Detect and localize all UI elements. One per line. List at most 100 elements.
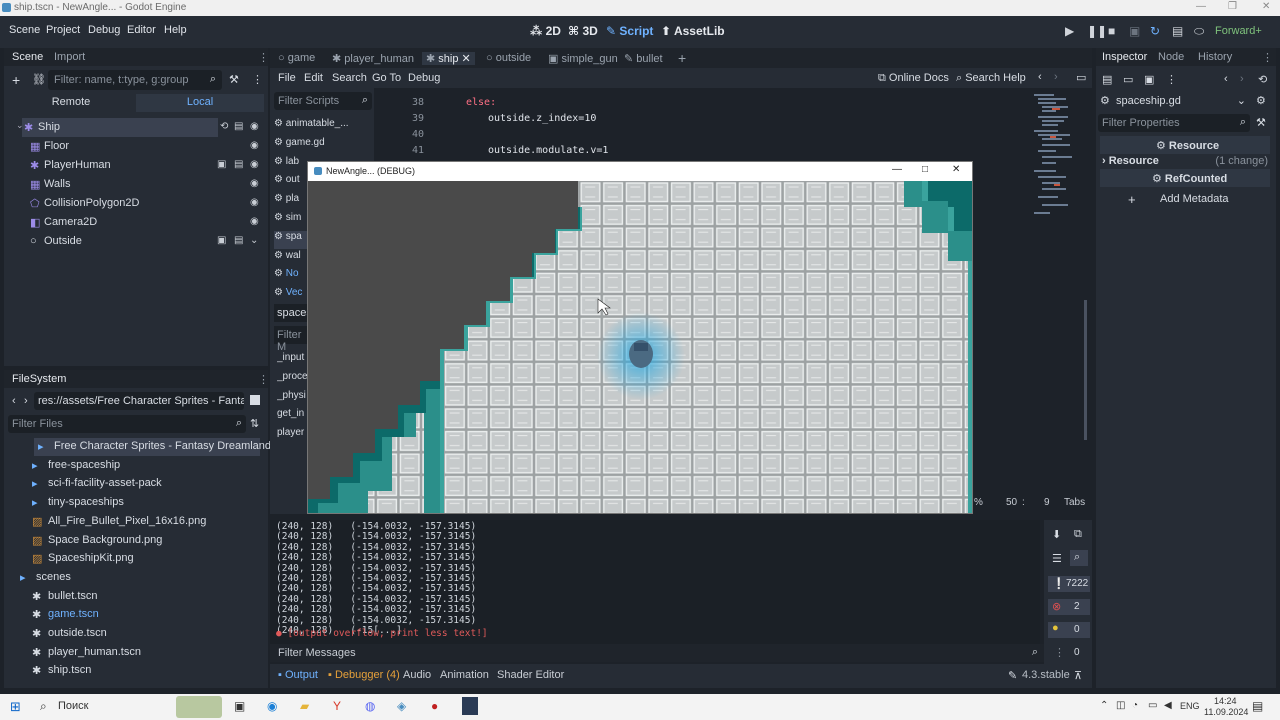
open-folder-icon[interactable]: ▭ <box>1123 73 1133 86</box>
resource-category[interactable]: › Resource (1 change) <box>1102 155 1270 167</box>
errors-filter[interactable]: ⊗ 2 <box>1048 599 1090 615</box>
tab-inspector[interactable]: Inspector <box>1102 51 1147 63</box>
tab-output[interactable]: ▪ Output <box>278 669 318 681</box>
file-item[interactable]: ✱ ship.tscn <box>28 662 260 680</box>
script-menu-goto[interactable]: Go To <box>372 72 401 84</box>
maximize-icon[interactable]: □ <box>922 164 928 175</box>
maximize-icon[interactable]: ❐ <box>1228 1 1237 12</box>
remote-button[interactable]: Remote <box>8 94 134 112</box>
visibility-eye-icon[interactable]: ◉ <box>250 121 259 132</box>
extra-menu-icon[interactable]: ⋮ <box>1166 73 1177 86</box>
sort-icon[interactable]: ⇅ <box>250 417 259 430</box>
menu-scene[interactable]: Scene <box>9 24 40 36</box>
new-resource-icon[interactable]: ▤ <box>1102 73 1112 86</box>
notifications-icon[interactable]: ▤ <box>1252 699 1263 713</box>
online-docs-button[interactable]: ⧉ Online Docs <box>878 72 949 85</box>
game-debug-window[interactable]: NewAngle... (DEBUG) — □ ✕ <box>307 161 973 514</box>
editor-tab[interactable]: ○ game <box>278 52 315 64</box>
script-list-item[interactable]: ⚙ game.gd <box>274 137 366 155</box>
search-help-button[interactable]: ⌕ Search Help <box>956 72 1026 85</box>
script-menu-edit[interactable]: Edit <box>304 72 323 84</box>
file-item[interactable]: ▸ Free Character Sprites - Fantasy Dreaml… <box>34 438 271 456</box>
visibility-eye-icon[interactable]: ◉ <box>250 159 259 170</box>
visibility-eye-icon[interactable]: ◉ <box>250 140 259 151</box>
play-icon[interactable]: ▶ <box>1065 24 1074 38</box>
link-icon[interactable]: ⛓ <box>32 73 46 86</box>
filter-methods-input[interactable]: Filter M <box>274 326 308 353</box>
tab-import[interactable]: Import <box>54 51 85 63</box>
editor-tab[interactable]: ✱ player_human <box>332 52 414 65</box>
menu-editor[interactable]: Editor <box>127 24 156 36</box>
close-icon[interactable]: ✕ <box>952 164 960 175</box>
file-item[interactable]: ▨ Space Background.png <box>28 532 260 550</box>
workspace-assetlib[interactable]: ⬆ AssetLib <box>661 24 725 38</box>
clear-output-icon[interactable]: ⬇ <box>1052 528 1061 541</box>
script-list-item[interactable]: ⚙ spa <box>274 230 308 249</box>
pause-icon[interactable]: ❚❚ <box>1087 24 1107 38</box>
tray-expand-icon[interactable]: ⌃ <box>1100 700 1108 711</box>
script-list-item[interactable]: ⚙ lab <box>274 156 308 174</box>
minimize-icon[interactable]: — <box>892 164 902 175</box>
script-menu-search[interactable]: Search <box>332 72 367 84</box>
godot-game-taskbar-icon[interactable] <box>462 697 478 715</box>
editor-tab[interactable]: ○ outside <box>486 52 531 64</box>
workspace-2d[interactable]: ⁂ 2D <box>530 24 561 38</box>
code-scrollbar[interactable] <box>1084 300 1087 440</box>
method-list-item[interactable]: get_in <box>277 408 307 419</box>
method-list-item[interactable]: player <box>277 427 307 438</box>
workspace-3d[interactable]: ⌘ 3D <box>568 24 598 38</box>
add-node-icon[interactable]: + <box>12 72 20 88</box>
discord-icon[interactable]: ◍ <box>365 699 375 713</box>
next-script-icon[interactable]: › <box>1054 71 1058 83</box>
scene-menu-icon[interactable]: ⋮ <box>252 73 263 86</box>
script-list-item[interactable]: ⚙ No <box>274 268 308 286</box>
tree-node-ship[interactable]: ✱ Ship <box>22 118 218 137</box>
tab-animation[interactable]: Animation <box>440 669 489 681</box>
file-item[interactable]: ✱ outside.tscn <box>28 625 260 643</box>
collapse-icon[interactable]: ⌄ <box>16 120 24 131</box>
workspace-script[interactable]: ✎ Script <box>606 24 653 38</box>
method-list-item[interactable]: _physi <box>277 390 307 401</box>
godot-taskbar-icon[interactable]: ◈ <box>397 699 406 713</box>
script-list-item[interactable]: ⚙ pla <box>274 193 308 211</box>
close-icon[interactable]: ✕ <box>1262 1 1270 12</box>
visibility-eye-icon[interactable]: ◉ <box>250 197 259 208</box>
script-list-item[interactable]: ⚙ sim <box>274 212 308 230</box>
tree-node-walls[interactable]: ▦ Walls <box>28 175 258 194</box>
filter-messages-input[interactable]: Filter Messages ⌕ <box>270 644 1044 662</box>
save-icon[interactable]: ▣ <box>1144 73 1154 86</box>
file-item[interactable]: ▸ tiny-spaceships <box>28 494 260 512</box>
battery-icon[interactable]: ▭ <box>1148 700 1157 711</box>
scene-tools-icon[interactable]: ⚒ <box>229 73 239 86</box>
history-forward-icon[interactable]: › <box>1240 73 1244 85</box>
play-scene-icon[interactable]: ▤ <box>1172 24 1183 38</box>
script-list-item[interactable]: ⚙ wal <box>274 250 308 268</box>
script-list-item[interactable]: ⚙ Vec <box>274 287 308 305</box>
history-back-icon[interactable]: ‹ <box>1224 73 1228 85</box>
dock-menu-icon[interactable]: ⋮ <box>258 51 269 64</box>
menu-debug[interactable]: Debug <box>88 24 120 36</box>
messages-filter[interactable]: ❕ 7222 <box>1048 576 1090 592</box>
script-menu-debug[interactable]: Debug <box>408 72 440 84</box>
tab-filesystem[interactable]: FileSystem <box>12 373 66 385</box>
taskbar-search-icon[interactable]: ⌕ <box>40 699 47 714</box>
file-item[interactable]: ✱ game.tscn <box>28 606 260 624</box>
other-filter[interactable]: ⋮ 0 <box>1048 645 1090 661</box>
add-tab-icon[interactable]: + <box>678 50 686 66</box>
filter-properties-input[interactable]: Filter Properties ⌕ <box>1098 114 1250 132</box>
tab-audio[interactable]: Audio <box>403 669 431 681</box>
code-minimap[interactable] <box>1032 92 1076 228</box>
filter-scripts-input[interactable]: Filter Scripts ⌕ <box>274 92 372 110</box>
tree-node-floor[interactable]: ▦ Floor <box>28 137 258 156</box>
forward-icon[interactable]: › <box>24 395 28 407</box>
inspected-object-select[interactable]: ⚙ spaceship.gd ⌄ <box>1098 92 1248 110</box>
volume-icon[interactable]: ◀ <box>1164 700 1172 711</box>
wifi-icon[interactable]: ◔ <box>1132 700 1138 711</box>
method-list-item[interactable]: _input <box>277 352 307 363</box>
app-icon[interactable]: ● <box>431 699 438 713</box>
visibility-eye-icon[interactable]: ◉ <box>250 216 259 227</box>
tab-debugger[interactable]: ▪ Debugger (4) <box>328 669 400 681</box>
taskbar-widget-image[interactable] <box>176 696 222 718</box>
clock-time[interactable]: 14:24 <box>1214 696 1237 706</box>
back-icon[interactable]: ‹ <box>12 395 16 407</box>
